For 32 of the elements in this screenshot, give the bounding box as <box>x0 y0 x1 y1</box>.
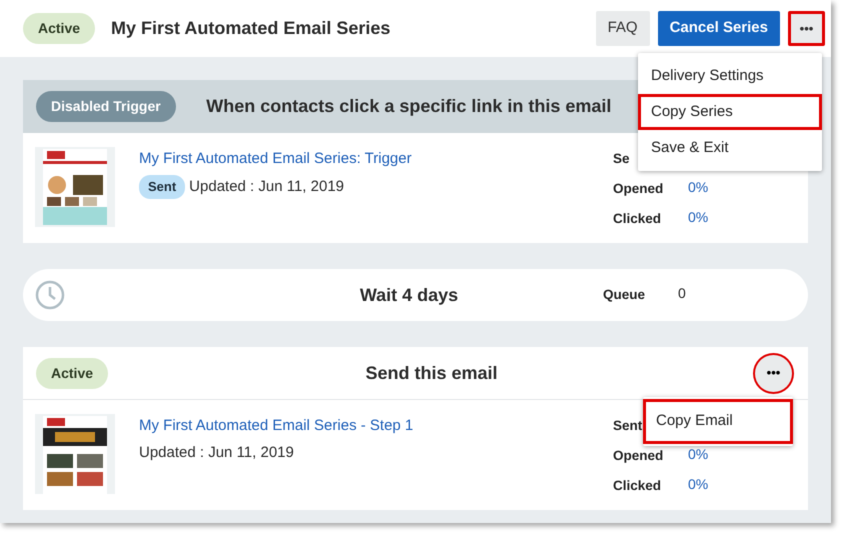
menu-item[interactable]: Delivery Settings <box>638 58 822 94</box>
stat-value: 0% <box>688 475 708 494</box>
stat-value: 0% <box>688 178 708 197</box>
step-title: Send this email <box>364 362 499 384</box>
updated-date: Updated : Jun 11, 2019 <box>189 176 344 196</box>
updated-date: Updated : Jun 11, 2019 <box>139 443 294 463</box>
stat-value: 0% <box>688 445 708 464</box>
wait-title: Wait 4 days <box>358 284 460 307</box>
status-badge: Active <box>36 358 108 388</box>
email-link[interactable]: My First Automated Email Series - Step 1 <box>139 417 414 434</box>
cancel-button[interactable]: Cancel Series <box>658 11 780 46</box>
more-button[interactable]: ••• <box>788 11 825 46</box>
queue-value: 0 <box>678 284 686 303</box>
stat-label: Clicked <box>613 211 662 226</box>
menu-item[interactable]: Copy Series <box>638 94 822 130</box>
stat-label: Se <box>613 151 630 166</box>
stat-label: Sent <box>613 418 642 433</box>
menu-item[interactable]: Save & Exit <box>638 130 822 166</box>
clock-icon <box>35 280 65 310</box>
stat-label: Clicked <box>613 478 662 493</box>
menu-item[interactable]: Copy Email <box>643 399 793 444</box>
queue-label: Queue <box>603 287 646 302</box>
status-badge: Disabled Trigger <box>36 91 176 122</box>
stat-label: Opened <box>613 448 664 463</box>
stat-value: 0% <box>688 208 708 227</box>
faq-button[interactable]: FAQ <box>596 11 650 46</box>
more-button[interactable]: ••• <box>755 354 792 392</box>
status-badge: Active <box>23 13 96 44</box>
stat-label: Opened <box>613 181 664 196</box>
sent-badge: Sent <box>139 175 186 198</box>
step-title: When contacts click a specific link in this email <box>205 95 612 118</box>
series-title: My First Automated Email Series <box>111 17 390 40</box>
